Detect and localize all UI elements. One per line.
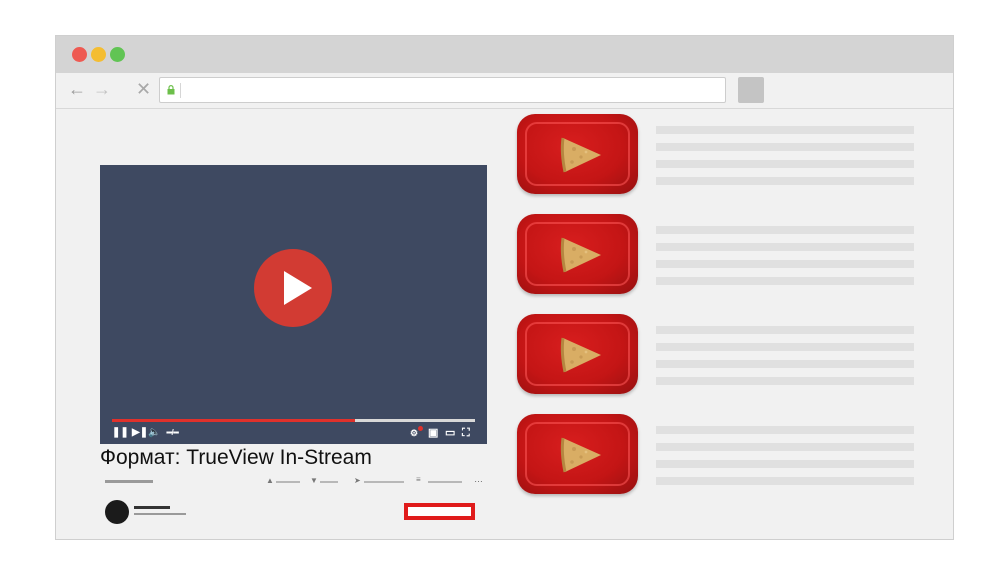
video-thumbnail[interactable] xyxy=(517,214,638,294)
save-icon[interactable]: ≡ xyxy=(416,475,421,484)
title-bar xyxy=(56,36,953,73)
video-meta-placeholder xyxy=(656,177,914,185)
play-icon xyxy=(284,271,312,305)
video-meta-placeholder xyxy=(656,143,914,151)
pause-icon[interactable]: ❚❚ xyxy=(112,427,129,439)
subscribe-button[interactable] xyxy=(404,503,475,520)
video-thumbnail[interactable] xyxy=(517,114,638,194)
video-meta-placeholder xyxy=(656,443,914,451)
video-player[interactable]: ❚❚ ▶❚ 🔈 ▪▪▪/▪▪▪ ⚙ ▣ ▭ ⛶ xyxy=(100,165,487,444)
subtitles-icon[interactable]: ▣ xyxy=(428,427,438,439)
lock-icon xyxy=(167,85,175,95)
video-meta-placeholder xyxy=(656,160,914,168)
like-icon[interactable]: ▲ xyxy=(266,476,274,485)
more-icon[interactable]: … xyxy=(474,474,483,484)
channel-name-placeholder xyxy=(134,506,170,509)
save-label-placeholder xyxy=(428,481,462,483)
fullscreen-icon[interactable]: ⛶ xyxy=(462,427,470,439)
dislike-count-placeholder xyxy=(320,481,338,483)
browser-window: ← → ✕ ❚❚ ▶❚ 🔈 ▪▪▪/▪▪▪ ⚙ ▣ ▭ ⛶ Формат: Tr… xyxy=(55,35,954,540)
video-meta-placeholder xyxy=(656,243,914,251)
notification-dot xyxy=(418,426,423,431)
view-count-placeholder xyxy=(105,480,153,483)
video-meta-placeholder xyxy=(656,326,914,334)
arrow-right-icon[interactable]: → xyxy=(93,79,111,99)
video-meta-placeholder xyxy=(656,260,914,268)
video-meta-placeholder xyxy=(656,460,914,468)
address-bar[interactable] xyxy=(159,77,726,103)
video-meta-placeholder xyxy=(656,426,914,434)
video-meta-placeholder xyxy=(656,126,914,134)
share-label-placeholder xyxy=(364,481,404,483)
pizza-icon xyxy=(560,237,601,273)
dislike-icon[interactable]: ▼ xyxy=(310,476,318,485)
pizza-icon xyxy=(560,137,601,173)
channel-subs-placeholder xyxy=(134,513,186,515)
video-meta-placeholder xyxy=(656,277,914,285)
progress-bar[interactable] xyxy=(112,419,475,422)
arrow-left-icon[interactable]: ← xyxy=(68,79,86,99)
video-thumbnail[interactable] xyxy=(517,314,638,394)
zoom-window-button[interactable] xyxy=(110,47,125,62)
next-icon[interactable]: ▶❚ xyxy=(132,427,148,439)
video-meta-placeholder xyxy=(656,360,914,368)
miniplayer-icon[interactable]: ▭ xyxy=(445,427,455,439)
time-display: ▪▪▪/▪▪▪ xyxy=(166,428,179,437)
minimize-window-button[interactable] xyxy=(91,47,106,62)
close-window-button[interactable] xyxy=(72,47,87,62)
browser-toolbar: ← → ✕ xyxy=(56,73,953,109)
volume-icon[interactable]: 🔈 xyxy=(148,427,160,439)
video-title: Формат: TrueView In-Stream xyxy=(100,446,372,469)
avatar[interactable] xyxy=(105,500,129,524)
pizza-icon xyxy=(560,337,601,373)
progress-bar-fill xyxy=(112,419,356,422)
video-meta-placeholder xyxy=(656,226,914,234)
video-meta-placeholder xyxy=(656,477,914,485)
extension-button[interactable] xyxy=(738,77,764,103)
video-meta-placeholder xyxy=(656,377,914,385)
play-button[interactable] xyxy=(254,249,332,327)
share-icon[interactable]: ➤ xyxy=(354,476,361,485)
autoplay-icon[interactable]: ⚙ xyxy=(410,427,418,439)
address-divider xyxy=(180,83,181,98)
close-icon[interactable]: ✕ xyxy=(136,79,151,99)
video-meta-placeholder xyxy=(656,343,914,351)
like-count-placeholder xyxy=(276,481,300,483)
pizza-icon xyxy=(560,437,601,473)
video-thumbnail[interactable] xyxy=(517,414,638,494)
